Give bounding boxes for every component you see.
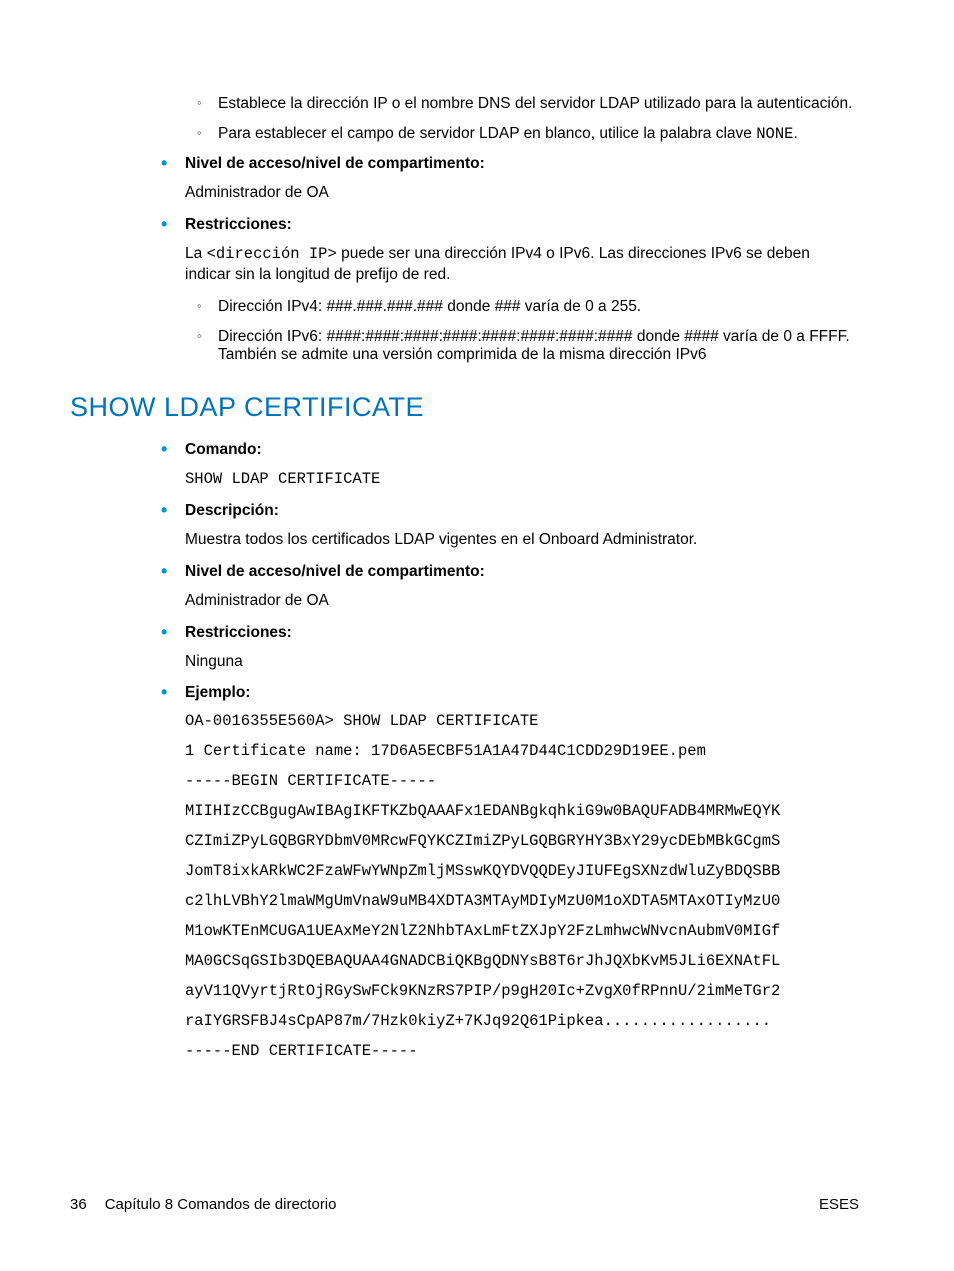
item-body: Administrador de OA [185,591,859,612]
sub-list-item: Establece la dirección IP o el nombre DN… [200,95,859,113]
code-line: c2lhLVBhY2lmaWMgUmVnaW9uMB4XDTA3MTAyMDIy… [185,892,859,910]
code-line: 1 Certificate name: 17D6A5ECBF51A1A47D44… [185,742,859,760]
item-body: Ninguna [185,652,859,673]
code-line: JomT8ixkARkWC2FzaWFwYWNpZmljMSswKQYDVQQD… [185,862,859,880]
code-line: MA0GCSqGSIb3DQEBAQUAA4GNADCBiQKBgQDNYsB8… [185,952,859,970]
list-item: Descripción: Muestra todos los certifica… [165,502,859,551]
sub-list-item: Para establecer el campo de servidor LDA… [200,125,859,143]
item-label: Restricciones: [185,216,292,233]
footer-right: ESES [819,1196,859,1213]
chapter-title: Capítulo 8 Comandos de directorio [105,1196,337,1213]
list-item: Nivel de acceso/nivel de compartimento: … [165,563,859,612]
sub-list-item: Dirección IPv4: ###.###.###.### donde ##… [200,298,859,316]
code-line: CZImiZPyLGQBGRYDbmV0MRcwFQYKCZImiZPyLGQB… [185,832,859,850]
sub-list: Dirección IPv4: ###.###.###.### donde ##… [185,298,859,364]
code-line: OA-0016355E560A> SHOW LDAP CERTIFICATE [185,712,859,730]
section-heading: SHOW LDAP CERTIFICATE [70,392,859,423]
item-label: Nivel de acceso/nivel de compartimento: [185,563,485,580]
item-body: La <dirección IP> puede ser una direcció… [185,244,859,286]
item-body: Administrador de OA [185,183,859,204]
item-label: Comando: [185,441,262,458]
item-label: Restricciones: [185,624,292,641]
code-line: -----BEGIN CERTIFICATE----- [185,772,859,790]
code-line: M1owKTEnMCUGA1UEAxMeY2NlZ2NhbTAxLmFtZXJp… [185,922,859,940]
page-footer: 36 Capítulo 8 Comandos de directorio ESES [70,1196,859,1213]
list-item: Restricciones: La <dirección IP> puede s… [165,216,859,364]
item-code: SHOW LDAP CERTIFICATE [185,469,859,490]
top-bullet-list: Establece la dirección IP o el nombre DN… [70,95,859,143]
code-line: MIIHIzCCBgugAwIBAgIKFTKZbQAAAFx1EDANBgkq… [185,802,859,820]
body-text: Dirección IPv4: ###.###.###.### donde ##… [218,298,641,315]
list-item: Restricciones: Ninguna [165,624,859,673]
example-block: OA-0016355E560A> SHOW LDAP CERTIFICATE 1… [185,712,859,1060]
body-text: La [185,245,207,262]
footer-left: 36 Capítulo 8 Comandos de directorio [70,1196,336,1213]
body-text: Dirección IPv6: ####:####:####:####:####… [218,328,850,363]
upper-items: Nivel de acceso/nivel de compartimento: … [70,155,859,364]
inline-code: <dirección IP> [207,245,337,263]
body-text: Para establecer el campo de servidor LDA… [218,125,756,142]
body-text: . [793,125,797,142]
item-label: Nivel de acceso/nivel de compartimento: [185,155,485,172]
inline-code: NONE [756,125,793,143]
body-text: Establece la dirección IP o el nombre DN… [218,95,852,112]
item-label: Ejemplo: [185,684,250,701]
code-line: ayV11QVyrtjRtOjRGySwFCk9KNzRS7PIP/p9gH20… [185,982,859,1000]
list-item: Establece la dirección IP o el nombre DN… [165,95,859,143]
list-item: Nivel de acceso/nivel de compartimento: … [165,155,859,204]
list-item: Comando: SHOW LDAP CERTIFICATE [165,441,859,490]
list-item: Ejemplo: OA-0016355E560A> SHOW LDAP CERT… [165,684,859,1060]
section-items: Comando: SHOW LDAP CERTIFICATE Descripci… [70,441,859,1061]
code-line: raIYGRSFBJ4sCpAP87m/7Hzk0kiyZ+7KJq92Q61P… [185,1012,859,1030]
item-body: Muestra todos los certificados LDAP vige… [185,530,859,551]
page-number: 36 [70,1196,87,1213]
sub-list-item: Dirección IPv6: ####:####:####:####:####… [200,328,859,364]
item-label: Descripción: [185,502,279,519]
code-line: -----END CERTIFICATE----- [185,1042,859,1060]
